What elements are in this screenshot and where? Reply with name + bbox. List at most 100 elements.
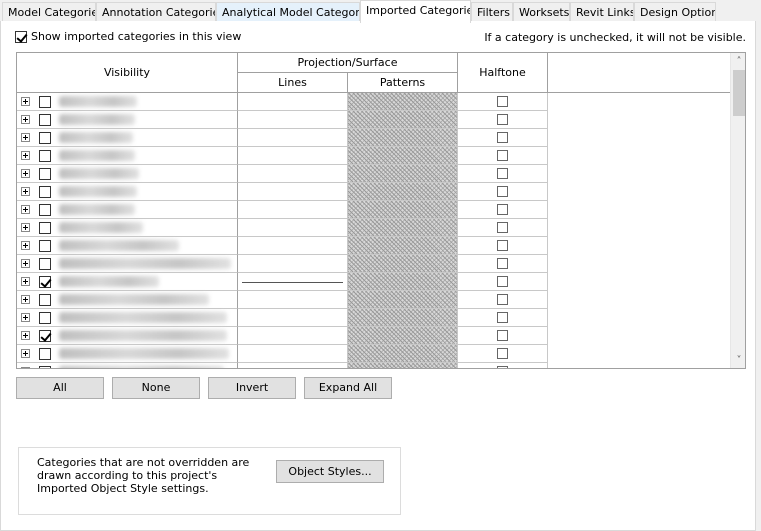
halftone-checkbox[interactable]	[497, 240, 508, 251]
lines-cell[interactable]	[238, 183, 348, 201]
patterns-cell[interactable]	[348, 237, 458, 255]
expand-plus-icon[interactable]	[21, 133, 30, 142]
category-visible-checkbox[interactable]	[39, 366, 51, 368]
expand-plus-icon[interactable]	[21, 205, 30, 214]
expand-plus-icon[interactable]	[21, 313, 30, 322]
table-row[interactable]	[17, 147, 730, 165]
lines-cell[interactable]	[238, 147, 348, 165]
halftone-checkbox[interactable]	[497, 222, 508, 233]
halftone-checkbox[interactable]	[497, 96, 508, 107]
category-visible-checkbox[interactable]	[39, 186, 51, 198]
header-patterns[interactable]: Patterns	[348, 73, 458, 93]
lines-cell[interactable]	[238, 111, 348, 129]
table-row[interactable]	[17, 111, 730, 129]
scroll-thumb[interactable]	[733, 70, 745, 116]
category-visible-checkbox[interactable]	[39, 294, 51, 306]
table-row[interactable]	[17, 291, 730, 309]
category-visible-checkbox[interactable]	[39, 96, 51, 108]
halftone-checkbox[interactable]	[497, 330, 508, 341]
tab-model-categories[interactable]: Model Categories	[2, 2, 96, 22]
halftone-checkbox[interactable]	[497, 168, 508, 179]
expand-plus-icon[interactable]	[21, 331, 30, 340]
halftone-checkbox[interactable]	[497, 294, 508, 305]
patterns-cell[interactable]	[348, 201, 458, 219]
category-visible-checkbox[interactable]	[39, 114, 51, 126]
patterns-cell[interactable]	[348, 327, 458, 345]
tab-filters[interactable]: Filters	[471, 2, 513, 22]
expand-plus-icon[interactable]	[21, 277, 30, 286]
expand-plus-icon[interactable]	[21, 367, 30, 368]
lines-cell[interactable]	[238, 255, 348, 273]
patterns-cell[interactable]	[348, 273, 458, 291]
expand-all-button[interactable]: Expand All	[304, 377, 392, 399]
table-row[interactable]	[17, 201, 730, 219]
table-row[interactable]	[17, 237, 730, 255]
tab-analytical-model-categories[interactable]: Analytical Model Categories	[216, 2, 360, 22]
show-imported-checkbox-row[interactable]: Show imported categories in this view	[15, 30, 241, 43]
all-button[interactable]: All	[16, 377, 104, 399]
tab-imported-categories[interactable]: Imported Categories	[360, 0, 471, 23]
none-button[interactable]: None	[112, 377, 200, 399]
table-row[interactable]	[17, 327, 730, 345]
tab-worksets[interactable]: Worksets	[513, 2, 570, 22]
lines-cell[interactable]	[238, 219, 348, 237]
category-visible-checkbox[interactable]	[39, 204, 51, 216]
halftone-checkbox[interactable]	[497, 312, 508, 323]
category-visible-checkbox[interactable]	[39, 222, 51, 234]
lines-cell[interactable]	[238, 345, 348, 363]
table-row[interactable]	[17, 165, 730, 183]
object-styles-button[interactable]: Object Styles...	[276, 460, 384, 483]
halftone-checkbox[interactable]	[497, 366, 508, 368]
category-visible-checkbox[interactable]	[39, 330, 51, 342]
category-visible-checkbox[interactable]	[39, 276, 51, 288]
invert-button[interactable]: Invert	[208, 377, 296, 399]
category-visible-checkbox[interactable]	[39, 168, 51, 180]
table-row[interactable]	[17, 219, 730, 237]
tab-annotation-categories[interactable]: Annotation Categories	[96, 2, 216, 22]
expand-plus-icon[interactable]	[21, 241, 30, 250]
category-visible-checkbox[interactable]	[39, 348, 51, 360]
lines-cell[interactable]	[238, 327, 348, 345]
halftone-checkbox[interactable]	[497, 150, 508, 161]
lines-cell[interactable]	[238, 309, 348, 327]
tab-design-options[interactable]: Design Options	[634, 2, 716, 22]
patterns-cell[interactable]	[348, 165, 458, 183]
table-row[interactable]	[17, 93, 730, 111]
expand-plus-icon[interactable]	[21, 349, 30, 358]
table-row[interactable]	[17, 183, 730, 201]
expand-plus-icon[interactable]	[21, 169, 30, 178]
lines-cell[interactable]	[238, 165, 348, 183]
table-row[interactable]	[17, 345, 730, 363]
expand-plus-icon[interactable]	[21, 97, 30, 106]
tab-revit-links[interactable]: Revit Links	[570, 2, 634, 22]
lines-cell[interactable]	[238, 201, 348, 219]
category-visible-checkbox[interactable]	[39, 312, 51, 324]
halftone-checkbox[interactable]	[497, 114, 508, 125]
expand-plus-icon[interactable]	[21, 151, 30, 160]
scroll-up-icon[interactable]: ˄	[731, 53, 745, 69]
table-row[interactable]	[17, 273, 730, 291]
expand-plus-icon[interactable]	[21, 115, 30, 124]
header-visibility[interactable]: Visibility	[17, 53, 238, 93]
category-visible-checkbox[interactable]	[39, 240, 51, 252]
patterns-cell[interactable]	[348, 345, 458, 363]
category-visible-checkbox[interactable]	[39, 132, 51, 144]
category-visible-checkbox[interactable]	[39, 150, 51, 162]
patterns-cell[interactable]	[348, 291, 458, 309]
header-halftone[interactable]: Halftone	[458, 53, 548, 93]
table-row[interactable]	[17, 309, 730, 327]
table-row[interactable]	[17, 129, 730, 147]
halftone-checkbox[interactable]	[497, 348, 508, 359]
patterns-cell[interactable]	[348, 93, 458, 111]
patterns-cell[interactable]	[348, 111, 458, 129]
table-row[interactable]	[17, 363, 730, 368]
expand-plus-icon[interactable]	[21, 259, 30, 268]
lines-cell[interactable]	[238, 93, 348, 111]
expand-plus-icon[interactable]	[21, 295, 30, 304]
expand-plus-icon[interactable]	[21, 187, 30, 196]
lines-cell[interactable]	[238, 291, 348, 309]
patterns-cell[interactable]	[348, 363, 458, 368]
expand-plus-icon[interactable]	[21, 223, 30, 232]
vertical-scrollbar[interactable]: ˄ ˅	[730, 53, 745, 368]
table-row[interactable]	[17, 255, 730, 273]
